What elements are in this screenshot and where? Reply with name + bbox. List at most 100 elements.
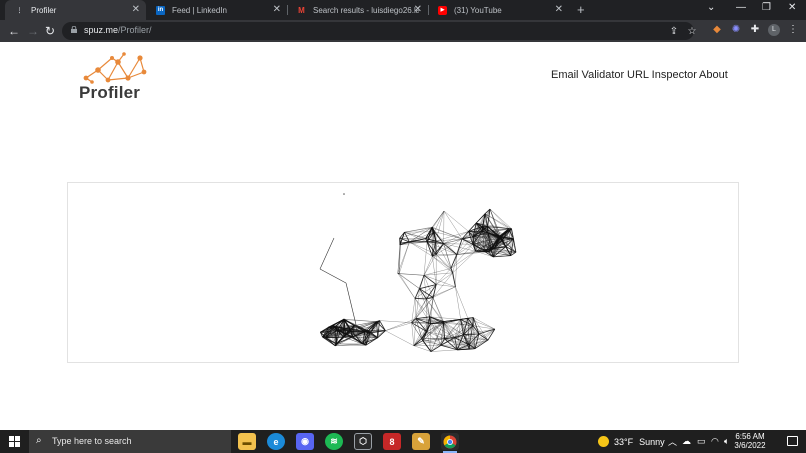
mesh-edge — [398, 273, 416, 299]
browser-toolbar: ← → ↻ spuz.me/Profiler/ ⇪ ☆ ◆ ✺ ✚ L ⋮ — [0, 20, 806, 42]
restore-button[interactable]: ❐ — [762, 2, 771, 13]
cloud-icon[interactable]: ☁ — [682, 430, 691, 453]
mesh-edge — [452, 272, 456, 287]
spotify-icon[interactable]: ≋ — [325, 433, 343, 450]
weather-widget[interactable]: 33°F Sunny — [598, 430, 665, 453]
tab-label: Profiler — [31, 5, 57, 15]
tab-strip: ⋮ Profiler ✕ in Feed | LinkedIn ✕ M Sear… — [0, 0, 806, 20]
tab-search-chevron-icon[interactable]: ⌄ — [707, 2, 715, 13]
battery-icon[interactable]: ▭ — [697, 430, 706, 453]
network-mesh-graphic — [319, 193, 517, 352]
close-icon[interactable]: ✕ — [555, 4, 563, 16]
extension-gear-icon[interactable]: ✺ — [730, 24, 742, 36]
reload-button[interactable]: ↻ — [45, 23, 55, 39]
tab-label: Feed | LinkedIn — [172, 5, 228, 15]
windows-start-icon[interactable] — [9, 436, 20, 447]
url-host: spuz.me — [84, 25, 119, 35]
close-icon[interactable]: ✕ — [273, 4, 281, 16]
nav-url-inspector[interactable]: URL Inspector — [627, 69, 697, 81]
mesh-edge — [443, 210, 469, 232]
lock-icon[interactable] — [71, 26, 77, 33]
mesh-edge — [414, 298, 417, 319]
tab-linkedin[interactable]: in Feed | LinkedIn ✕ — [146, 0, 287, 20]
file-explorer-icon[interactable]: ▬ — [238, 433, 256, 450]
gmail-favicon: M — [298, 5, 305, 15]
tab-youtube[interactable]: ▶ (31) YouTube ✕ — [428, 0, 569, 20]
address-bar[interactable]: spuz.me/Profiler/ ⇪ ☆ — [62, 22, 696, 40]
minimize-button[interactable]: — — [736, 2, 746, 13]
profiler-favicon: ⋮ — [16, 7, 23, 14]
bookmark-star-icon[interactable]: ☆ — [686, 26, 698, 38]
mesh-edge — [319, 237, 335, 270]
mesh-stray-node — [343, 193, 345, 195]
taskbar-search-box[interactable]: ⌕ Type here to search — [29, 430, 231, 453]
mesh-edge — [436, 268, 452, 285]
search-icon: ⌕ — [36, 435, 42, 446]
weather-temp: 33°F — [614, 436, 634, 447]
taskbar: ⌕ Type here to search ▬ e ◉ ≋ ⬡ 8 ✎ 33°F… — [0, 430, 806, 453]
chrome-icon[interactable] — [441, 433, 459, 450]
volume-icon[interactable]: 🔈︎ — [724, 430, 729, 453]
mesh-edge — [430, 349, 458, 352]
virtualbox-icon[interactable]: ⬡ — [354, 433, 372, 450]
linkedin-favicon: in — [156, 5, 165, 15]
mesh-edge — [385, 330, 414, 346]
sun-icon — [598, 436, 609, 447]
share-icon[interactable]: ⇪ — [668, 26, 680, 38]
notification-icon[interactable] — [787, 436, 798, 446]
tray-chevron-icon[interactable]: ︿ — [668, 430, 677, 453]
close-window-button[interactable]: ✕ — [788, 2, 796, 13]
wifi-icon[interactable]: ◠ — [711, 430, 719, 453]
close-icon[interactable]: ✕ — [414, 4, 422, 16]
url-path: /Profiler/ — [118, 25, 152, 35]
mesh-edge — [423, 256, 433, 276]
mesh-edge — [413, 344, 441, 346]
mesh-edge — [426, 241, 433, 257]
clock-time: 6:56 AM — [735, 432, 765, 441]
mesh-edge — [385, 322, 412, 331]
extension-fox-icon[interactable]: ◆ — [711, 24, 723, 36]
mesh-edge — [455, 286, 469, 319]
edge-icon[interactable]: e — [267, 433, 285, 450]
system-clock[interactable]: 6:56 AM 3/6/2022 — [730, 432, 770, 450]
mesh-edge — [432, 210, 445, 228]
weather-text: Sunny — [639, 436, 665, 447]
mesh-edge — [443, 243, 454, 273]
search-placeholder: Type here to search — [52, 436, 132, 446]
youtube-favicon: ▶ — [438, 5, 447, 15]
menu-kebab-icon[interactable]: ⋮ — [787, 24, 799, 36]
mesh-edge — [430, 323, 432, 352]
close-icon[interactable]: ✕ — [132, 4, 140, 16]
mesh-edge — [379, 320, 412, 323]
mesh-edge — [432, 256, 437, 285]
back-button[interactable]: ← — [8, 23, 20, 39]
mesh-edge — [414, 298, 427, 300]
network-visualization-panel — [67, 182, 739, 363]
extensions-puzzle-icon[interactable]: ✚ — [749, 24, 761, 36]
discord-icon[interactable]: ◉ — [296, 433, 314, 450]
app-yellow-icon[interactable]: ✎ — [412, 433, 430, 450]
tab-gmail[interactable]: M Search results - luisdiego26.la@ ✕ — [287, 0, 428, 20]
mesh-edge — [399, 273, 420, 289]
web-page: Profiler Email Validator URL Inspector A… — [0, 42, 806, 430]
mesh-edge — [443, 243, 473, 245]
mesh-edges — [319, 208, 517, 352]
tab-label: (31) YouTube — [454, 5, 502, 15]
app-red-icon[interactable]: 8 — [383, 433, 401, 450]
site-logo-text[interactable]: Profiler — [79, 83, 140, 103]
mesh-edge — [399, 273, 425, 276]
new-tab-button[interactable]: + — [577, 2, 585, 17]
url-text: spuz.me/Profiler/ — [84, 25, 152, 35]
mesh-edge — [455, 286, 461, 320]
mesh-edge — [398, 241, 410, 274]
mesh-edge — [423, 241, 428, 276]
clock-date: 3/6/2022 — [734, 441, 766, 450]
nav-about[interactable]: About — [699, 69, 728, 81]
tab-profiler[interactable]: ⋮ Profiler ✕ — [5, 0, 146, 20]
forward-button[interactable]: → — [27, 23, 39, 39]
mesh-edge — [385, 318, 417, 331]
profile-avatar[interactable]: L — [768, 24, 780, 36]
tab-label: Search results - luisdiego26.la@ — [313, 5, 419, 15]
nav-email-validator[interactable]: Email Validator — [551, 69, 624, 81]
mesh-edge — [319, 268, 347, 284]
